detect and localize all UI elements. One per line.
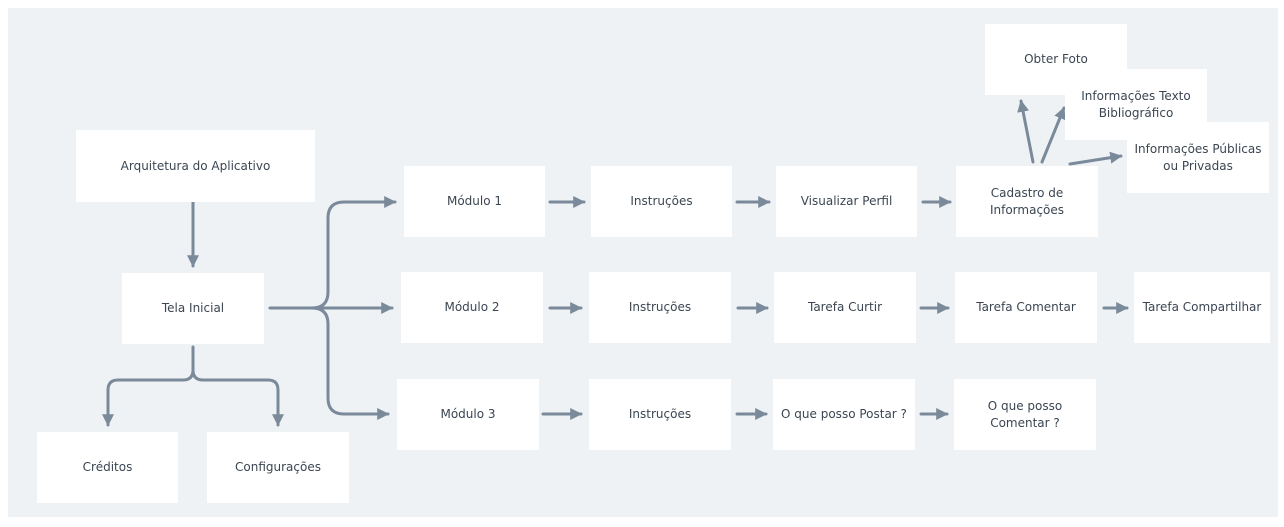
node-visualizar-perfil: Visualizar Perfil [776,166,917,237]
node-instrucoes-2: Instruções [589,272,731,343]
node-arquitetura: Arquitetura do Aplicativo [76,130,315,202]
node-modulo2: Módulo 2 [401,272,543,343]
node-cadastro: Cadastro de Informações [956,166,1098,237]
diagram-canvas: Arquitetura do Aplicativo Tela Inicial C… [8,8,1278,517]
edge-cadastro-publicas [1068,151,1123,166]
edge-tela-configuracoes [191,368,284,427]
edge-cadastro-texto [1040,106,1066,164]
node-modulo3: Módulo 3 [397,379,539,450]
node-tarefa-curtir: Tarefa Curtir [774,272,916,343]
node-o-que-comentar: O que posso Comentar ? [954,379,1096,450]
node-instrucoes-1: Instruções [591,166,732,237]
edge-tela-modulo1 [310,196,397,310]
node-o-que-postar: O que posso Postar ? [773,379,915,450]
edge-cadastro-foto [1017,99,1035,164]
node-instrucoes-3: Instruções [589,379,731,450]
edge-tela-creditos [102,345,195,427]
node-modulo1: Módulo 1 [404,166,545,237]
node-tarefa-compartilhar: Tarefa Compartilhar [1134,272,1270,343]
node-creditos: Créditos [37,432,178,503]
edge-tela-modulo3 [310,306,390,420]
node-tela-inicial: Tela Inicial [122,273,264,344]
node-info-publicas: Informações Públicas ou Privadas [1127,122,1269,193]
node-configuracoes: Configurações [207,432,349,503]
node-tarefa-comentar: Tarefa Comentar [955,272,1097,343]
